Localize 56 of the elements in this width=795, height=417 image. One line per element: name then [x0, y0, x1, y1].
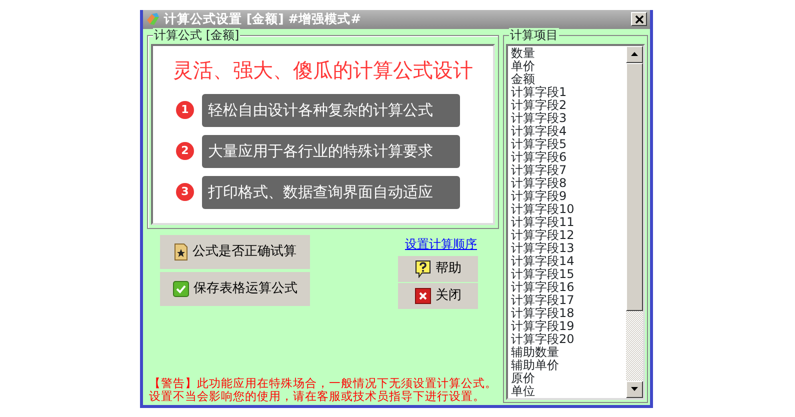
down-arrow-icon	[631, 387, 638, 392]
help-button[interactable]: 帮助	[398, 256, 478, 282]
test-button[interactable]: 公式是否正确试算	[160, 234, 310, 269]
list-item[interactable]: 计算字段14	[511, 254, 626, 268]
save-button[interactable]: 保存表格运算公式	[160, 272, 310, 306]
list-item[interactable]: 计算字段20	[511, 332, 626, 346]
list-item[interactable]: 计算字段17	[511, 294, 626, 307]
list-item[interactable]: 计算字段16	[511, 280, 626, 294]
scrollbar[interactable]	[626, 46, 643, 398]
help-icon	[414, 260, 430, 278]
number-badge: 2	[176, 142, 194, 160]
list-item[interactable]: 计算字段15	[511, 268, 626, 281]
headline: 灵活、强大、傻瓜的计算公式设计	[172, 58, 474, 82]
order-link[interactable]: 设置计算顺序	[405, 234, 477, 253]
list-item[interactable]: 辅助单价	[511, 358, 626, 372]
checkmark-icon	[172, 280, 188, 297]
list-item[interactable]: 单价	[511, 60, 626, 73]
list-item[interactable]: 辅助数量	[511, 346, 626, 359]
close-icon	[634, 15, 644, 24]
close-dialog-button[interactable]: 关闭	[398, 282, 478, 309]
list-item[interactable]: 单位	[511, 384, 626, 398]
list-item[interactable]: 原价	[511, 372, 626, 385]
list-item[interactable]: 计算字段19	[511, 320, 626, 333]
list-item[interactable]: 计算字段3	[511, 112, 626, 125]
star-document-icon	[174, 242, 188, 261]
feature-callout: 轻松自由设计各种复杂的计算公式	[202, 94, 460, 127]
list-item[interactable]: 计算字段5	[511, 138, 626, 151]
list-item[interactable]: 计算字段6	[511, 150, 626, 164]
list-item[interactable]: 计算字段13	[511, 242, 626, 255]
group-legend: 计算公式 [金额]	[153, 28, 240, 42]
warning-text: 【警告】此功能应用在特殊场合，一般情况下无须设置计算公式。 设置不当会影响您的使用，请在客服或技术员指导下进行设置。	[149, 376, 498, 403]
list-item[interactable]: 数量	[511, 46, 626, 60]
list-item[interactable]: 金额	[511, 72, 626, 86]
list-item[interactable]: 计算字段7	[511, 164, 626, 177]
app-logo-icon	[146, 12, 161, 26]
list-item[interactable]: 计算字段9	[511, 190, 626, 203]
scroll-down-button[interactable]	[626, 380, 643, 398]
list-item[interactable]: 计算字段4	[511, 124, 626, 138]
feature-callout: 大量应用于各行业的特殊计算要求	[202, 134, 460, 168]
up-arrow-icon	[631, 52, 638, 56]
number-badge: 3	[176, 183, 194, 202]
list-item[interactable]: 计算字段1	[511, 86, 626, 99]
number-badge: 1	[176, 101, 194, 120]
scroll-up-button[interactable]	[626, 46, 643, 63]
list-item[interactable]: 计算字段10	[511, 202, 626, 216]
list-item[interactable]: 计算字段11	[511, 216, 626, 229]
list-item[interactable]: 计算字段8	[511, 176, 626, 190]
window-title: 计算公式设置 [金额] #增强模式#	[164, 10, 362, 28]
group-legend: 计算项目	[509, 28, 559, 42]
feature-callout: 打印格式、数据查询界面自动适应	[202, 176, 460, 209]
close-icon	[414, 288, 430, 304]
close-button[interactable]	[631, 12, 647, 26]
list-item[interactable]: 计算字段12	[511, 228, 626, 242]
list-item[interactable]: 计算字段18	[511, 306, 626, 320]
list-item[interactable]: 计算字段2	[511, 98, 626, 112]
scroll-thumb[interactable]	[626, 62, 643, 311]
